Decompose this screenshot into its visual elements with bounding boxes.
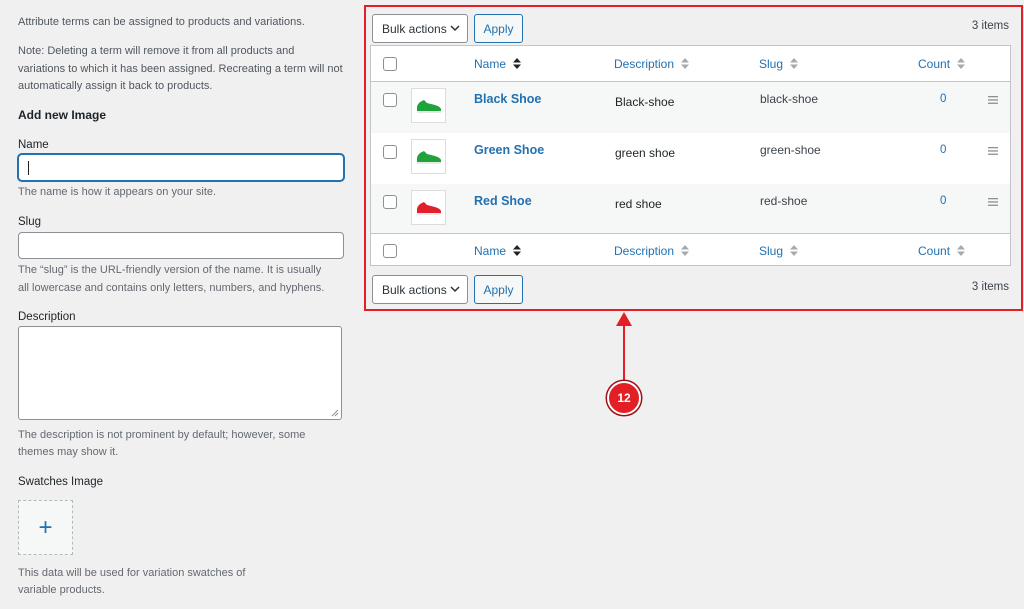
select-all-checkbox-footer[interactable]	[383, 244, 397, 258]
table-row: Red Shoe red shoe red-shoe 0	[371, 184, 1010, 234]
note-text-line1: Note: Deleting a term will remove it fro…	[18, 45, 295, 57]
term-count-link[interactable]: 0	[940, 195, 946, 207]
term-thumbnail	[411, 88, 446, 123]
bulk-actions-select-bottom[interactable]: Bulk actions	[372, 275, 468, 304]
column-header-name[interactable]: Name	[474, 57, 522, 71]
column-count-label: Count	[918, 244, 951, 258]
name-help: The name is how it appears on your site.	[18, 186, 217, 198]
term-description: Black-shoe	[615, 95, 675, 109]
items-count-bottom: 3 items	[971, 281, 1009, 293]
column-header-count[interactable]: Count	[918, 57, 966, 71]
swatches-help-line2: variable products.	[18, 584, 105, 596]
sort-icon	[681, 58, 690, 69]
items-count-top: 3 items	[971, 20, 1009, 32]
name-label: Name	[18, 139, 49, 151]
column-name-label: Name	[474, 57, 507, 71]
sort-icon	[513, 58, 522, 69]
sort-icon	[790, 245, 799, 256]
column-header-description[interactable]: Description	[614, 57, 690, 71]
term-description: green shoe	[615, 146, 676, 160]
column-slug-label: Slug	[759, 57, 784, 71]
description-help-line2: themes may show it.	[18, 446, 119, 458]
column-description-label: Description	[614, 57, 675, 71]
resize-grip-icon[interactable]	[331, 409, 339, 417]
sort-icon	[957, 245, 966, 256]
slug-input[interactable]	[18, 232, 344, 259]
drag-handle-icon[interactable]	[988, 147, 998, 155]
table-row: Green Shoe green shoe green-shoe 0	[371, 133, 1010, 184]
chevron-down-icon	[450, 25, 460, 32]
term-description: red shoe	[615, 197, 662, 211]
terms-table-panel: Bulk actions Apply 3 items Name Descript…	[364, 5, 1023, 311]
intro-text: Attribute terms can be assigned to produ…	[18, 16, 305, 28]
description-help-line1: The description is not prominent by defa…	[18, 429, 306, 441]
note-text-line2: variations to which it has been assigned…	[18, 63, 343, 75]
swatches-help-line1: This data will be used for variation swa…	[18, 567, 246, 579]
column-footer-count[interactable]: Count	[918, 244, 966, 258]
term-name-link[interactable]: Red Shoe	[474, 194, 532, 208]
terms-table: Name Description Slug Count Black Shoe B…	[370, 45, 1011, 266]
shoe-icon	[416, 150, 441, 164]
slug-label: Slug	[18, 216, 42, 228]
table-row: Black Shoe Black-shoe black-shoe 0	[371, 82, 1010, 133]
column-footer-name[interactable]: Name	[474, 244, 522, 258]
term-slug: green-shoe	[760, 143, 821, 157]
sort-icon	[957, 58, 966, 69]
column-slug-label: Slug	[759, 244, 784, 258]
bulk-actions-label: Bulk actions	[382, 282, 447, 297]
drag-handle-icon[interactable]	[988, 96, 998, 104]
drag-handle-icon[interactable]	[988, 198, 998, 206]
bulk-actions-select-top[interactable]: Bulk actions	[372, 14, 468, 43]
term-thumbnail	[411, 139, 446, 174]
row-checkbox[interactable]	[383, 195, 397, 209]
term-slug: red-shoe	[760, 194, 808, 208]
term-slug: black-shoe	[760, 92, 819, 106]
apply-button-top[interactable]: Apply	[474, 14, 523, 43]
bulk-actions-label: Bulk actions	[382, 21, 447, 36]
term-count-link[interactable]: 0	[940, 144, 946, 156]
table-footer-row: Name Description Slug Count	[371, 233, 1010, 266]
row-checkbox[interactable]	[383, 93, 397, 107]
description-textarea[interactable]	[18, 326, 342, 420]
term-name-link[interactable]: Green Shoe	[474, 143, 544, 157]
term-name-link[interactable]: Black Shoe	[474, 92, 541, 106]
callout-arrow-head	[616, 312, 632, 326]
column-count-label: Count	[918, 57, 951, 71]
column-header-slug[interactable]: Slug	[759, 57, 799, 71]
slug-help-line1: The “slug” is the URL-friendly version o…	[18, 264, 322, 276]
term-count-link[interactable]: 0	[940, 93, 946, 105]
slug-help-line2: all lowercase and contains only letters,…	[18, 282, 325, 294]
upload-image-button[interactable]: +	[18, 500, 73, 555]
column-name-label: Name	[474, 244, 507, 258]
select-all-checkbox[interactable]	[383, 57, 397, 71]
callout-number-badge: 12	[607, 381, 641, 415]
swatches-label: Swatches Image	[18, 476, 104, 488]
chevron-down-icon	[450, 286, 460, 293]
table-header-row: Name Description Slug Count	[371, 46, 1010, 82]
term-thumbnail	[411, 190, 446, 225]
shoe-icon	[416, 99, 441, 113]
column-footer-slug[interactable]: Slug	[759, 244, 799, 258]
shoe-icon	[416, 201, 441, 215]
description-label: Description	[18, 311, 76, 323]
column-description-label: Description	[614, 244, 675, 258]
sort-icon	[790, 58, 799, 69]
sort-icon	[513, 245, 522, 256]
form-heading: Add new Image	[18, 108, 107, 122]
column-footer-description[interactable]: Description	[614, 244, 690, 258]
text-caret	[28, 161, 29, 175]
plus-icon: +	[38, 513, 53, 541]
note-text-line3: automatically assign it back to products…	[18, 80, 213, 92]
sort-icon	[681, 245, 690, 256]
row-checkbox[interactable]	[383, 145, 397, 159]
name-input[interactable]	[18, 154, 344, 181]
apply-button-bottom[interactable]: Apply	[474, 275, 523, 304]
callout-arrow-line	[623, 325, 625, 381]
